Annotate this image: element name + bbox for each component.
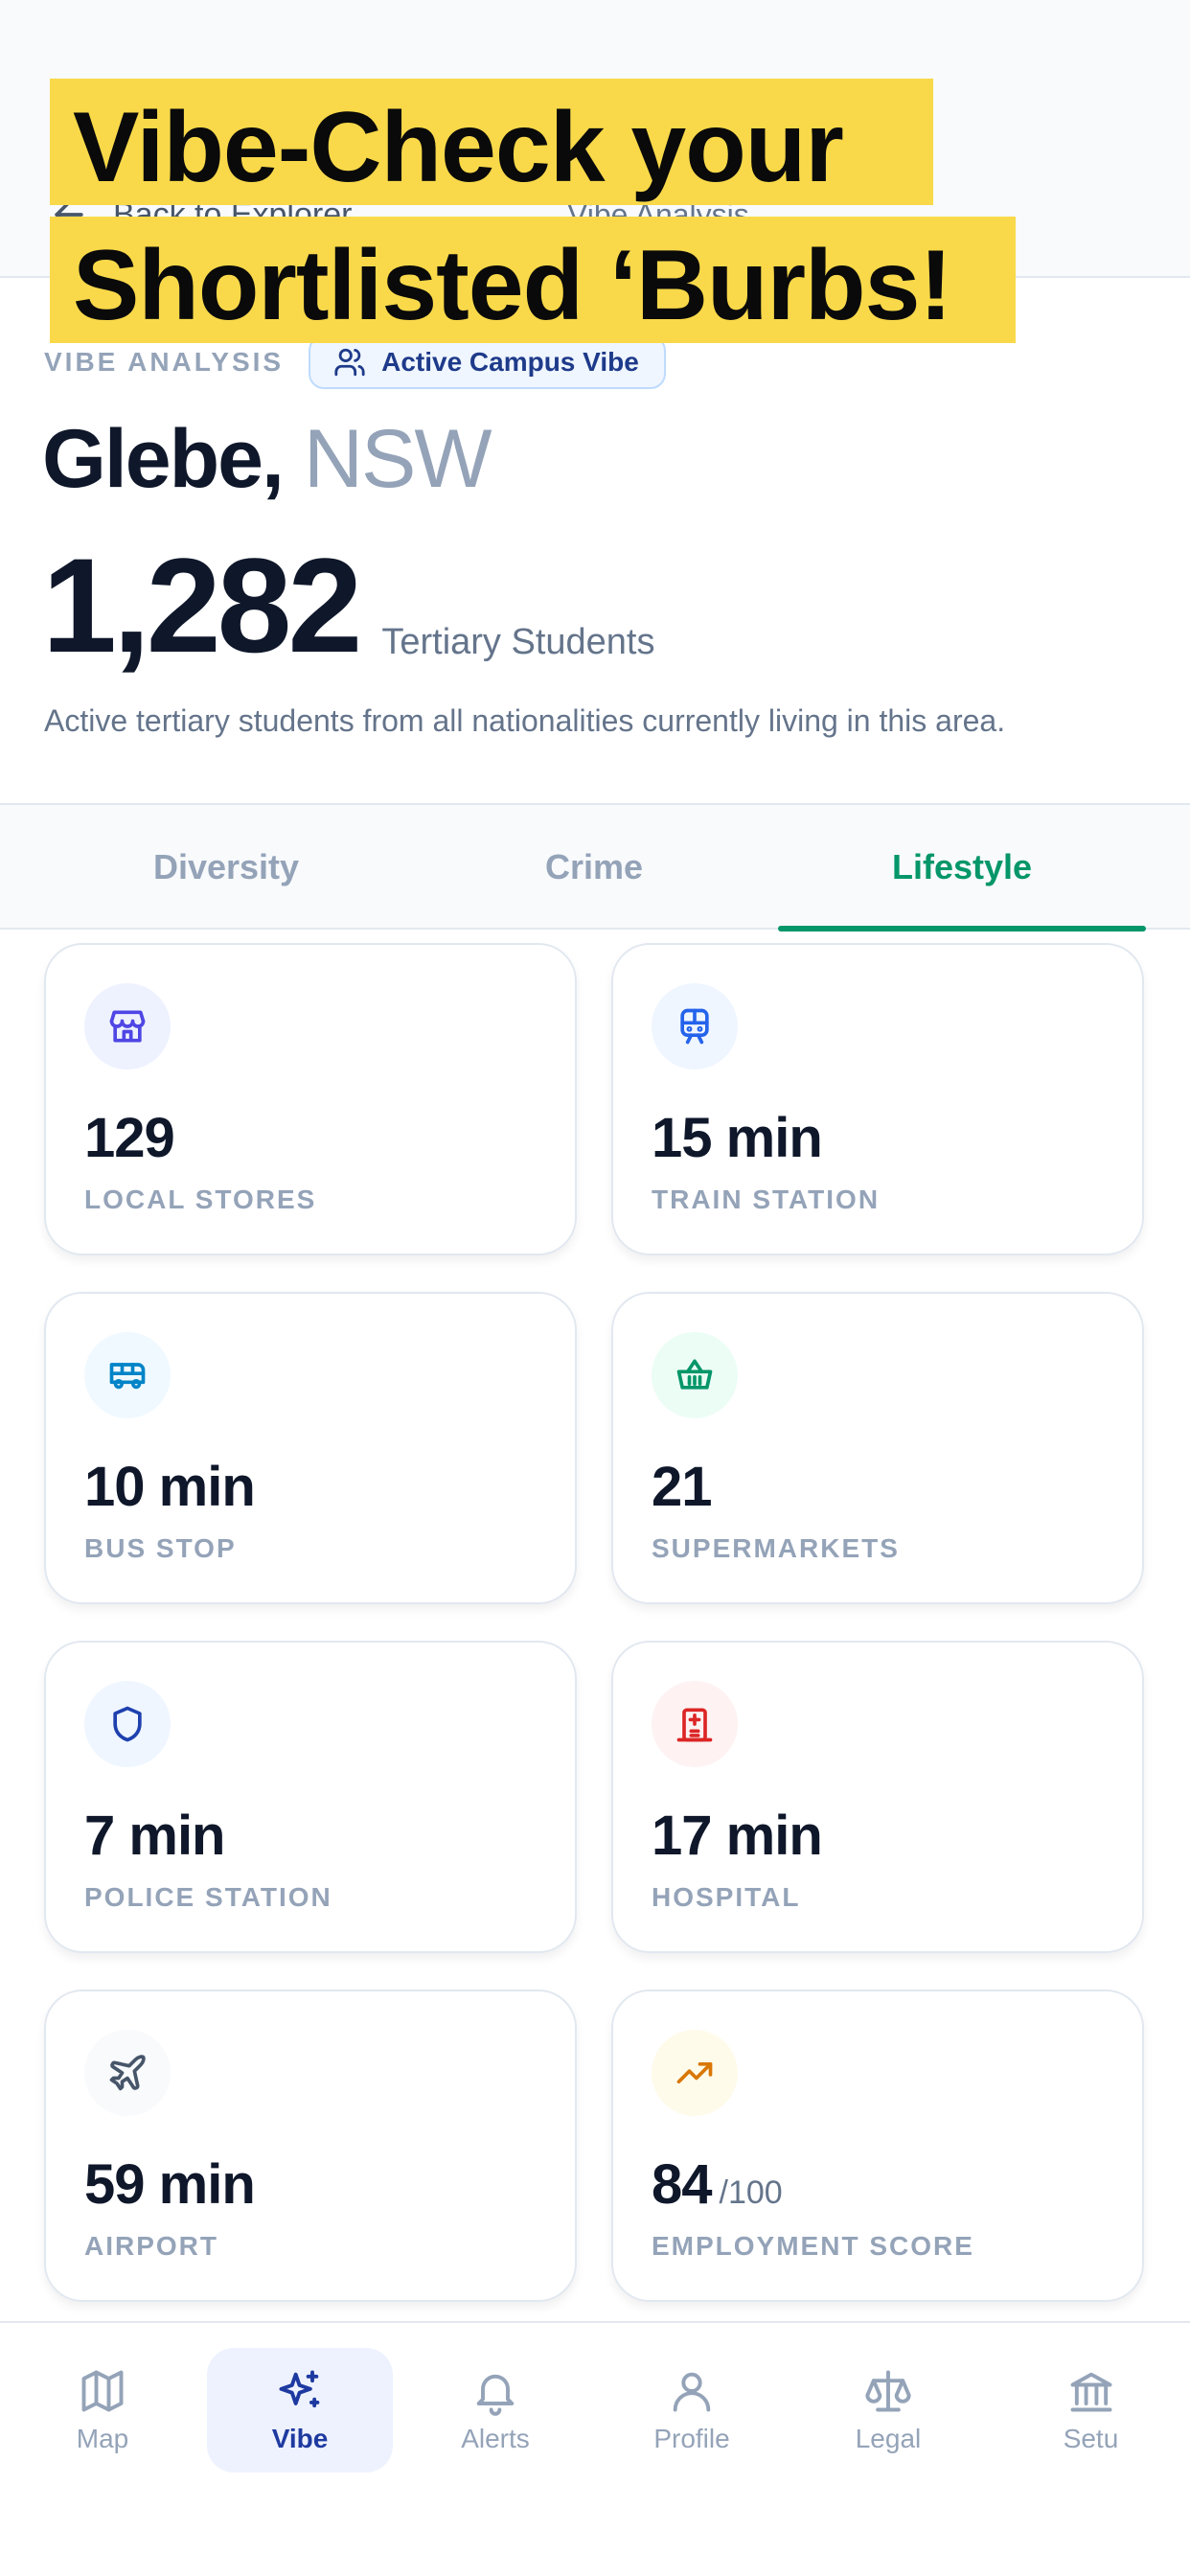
nav-vibe[interactable]: Vibe [207,2348,393,2472]
train-icon [652,983,738,1070]
nav-label: Alerts [461,2424,530,2453]
user-icon [673,2372,711,2412]
stat-label: LOCAL STORES [84,1184,317,1214]
stat-value: 21 [652,1456,713,1518]
nav-label: Map [76,2424,129,2453]
vibe-badge-label: Active Campus Vibe [381,347,639,377]
stat-label: POLICE STATION [84,1882,332,1912]
stat-value: 7 min [84,1805,225,1867]
nav-setu[interactable]: Setu [992,2348,1190,2472]
nav-map[interactable]: Map [10,2348,195,2472]
tab-crime[interactable]: Crime [410,805,778,930]
bank-icon [1070,2372,1111,2412]
stat-card-train-station[interactable]: 15 min TRAIN STATION [611,943,1144,1255]
bus-icon [84,1332,171,1418]
store-icon [84,983,171,1070]
header-eyebrow-row: VIBE ANALYSIS Active Campus Vibe [44,335,666,389]
stat-value: 10 min [84,1456,256,1518]
stat-value: 17 min [652,1805,823,1867]
stat-value: 129 [84,1107,175,1169]
section-eyebrow: VIBE ANALYSIS [44,347,285,377]
stat-label: TRAIN STATION [652,1184,881,1214]
tab-lifestyle[interactable]: Lifestyle [778,805,1146,932]
stat-value: 59 min [84,2153,256,2216]
nav-legal[interactable]: Legal [795,2348,981,2472]
map-icon [81,2370,124,2412]
stat-card-airport[interactable]: 59 min AIRPORT [44,1990,577,2302]
stat-label: BUS STOP [84,1533,237,1563]
stat-label: EMPLOYMENT SCORE [652,2231,974,2261]
vibe-badge: Active Campus Vibe [309,335,666,389]
student-count: 1,282 [42,530,362,680]
suburb-title: Glebe, NSW [42,412,492,507]
basket-icon [652,1332,738,1418]
bell-icon [476,2374,515,2416]
scale-icon [865,2370,911,2412]
nav-profile[interactable]: Profile [599,2348,785,2472]
nav-alerts[interactable]: Alerts [402,2348,588,2472]
stat-card-police-station[interactable]: 7 min POLICE STATION [44,1641,577,1953]
suburb-name: Glebe, [42,413,285,505]
shield-icon [84,1681,171,1767]
plane-icon [84,2030,171,2116]
hospital-icon [652,1681,738,1767]
promo-line-1: Vibe-Check your [50,79,933,205]
stat-card-local-stores[interactable]: 129 LOCAL STORES [44,943,577,1255]
tab-diversity[interactable]: Diversity [42,805,410,930]
stat-card-supermarkets[interactable]: 21 SUPERMARKETS [611,1292,1144,1604]
stat-value: 84/100 [652,2153,783,2216]
promo-line-2: Shortlisted ‘Burbs! [50,217,1016,343]
sparkles-icon [279,2370,320,2408]
stat-label: HOSPITAL [652,1882,801,1912]
stat-card-bus-stop[interactable]: 10 min BUS STOP [44,1292,577,1604]
stat-value: 15 min [652,1107,823,1169]
nav-label: Setu [1063,2424,1119,2453]
nav-label: Vibe [271,2424,329,2453]
suburb-state: NSW [303,413,492,505]
analysis-tabs: Diversity Crime Lifestyle [0,803,1190,932]
stat-label: SUPERMARKETS [652,1533,900,1563]
nav-label: Legal [855,2424,922,2453]
trending-up-icon [652,2030,738,2116]
bottom-navigation: Map Vibe Alerts Profile Legal Setu [0,2321,1190,2576]
student-unit: Tertiary Students [381,622,655,662]
stat-card-hospital[interactable]: 17 min HOSPITAL [611,1641,1144,1953]
student-description: Active tertiary students from all nation… [44,703,1006,738]
student-stat: 1,282 Tertiary Students [42,539,654,673]
nav-label: Profile [653,2424,730,2453]
users-icon [334,348,365,377]
stat-label: AIRPORT [84,2231,218,2261]
stat-card-employment-score[interactable]: 84/100 EMPLOYMENT SCORE [611,1990,1144,2302]
